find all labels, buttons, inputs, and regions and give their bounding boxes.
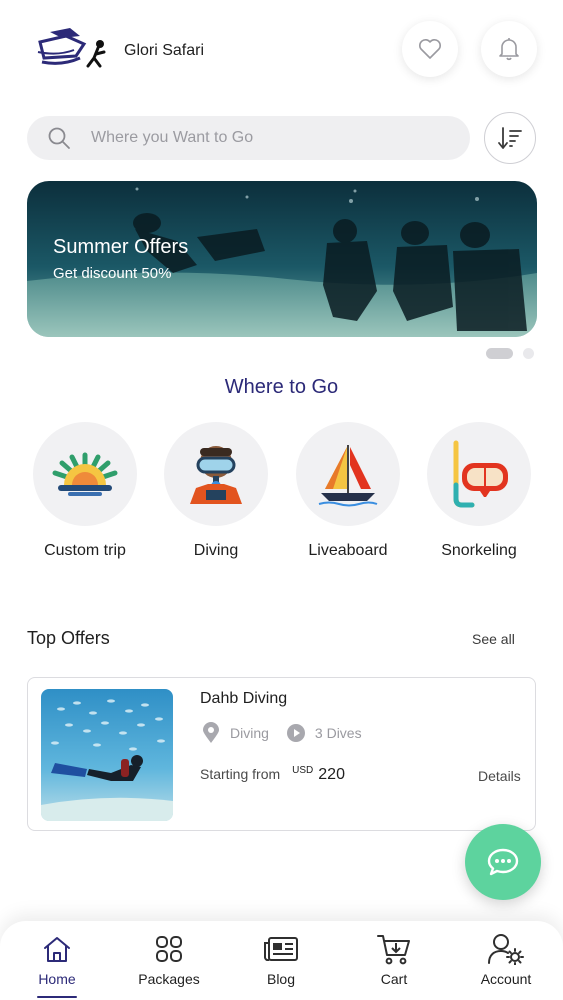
search-input[interactable] xyxy=(91,129,431,147)
category-diving[interactable]: Diving xyxy=(156,422,276,560)
offer-dives: 3 Dives xyxy=(314,725,362,741)
category-custom-trip[interactable]: Custom trip xyxy=(25,422,145,560)
carousel-indicator xyxy=(486,348,534,359)
offer-price-row: Starting from USD 220 xyxy=(200,765,345,784)
nav-label: Cart xyxy=(380,971,408,987)
banner-subtitle: Get discount 50% xyxy=(53,265,172,282)
offer-card[interactable]: Dahb Diving Diving 3 Dives Starting from… xyxy=(27,677,536,831)
location-pin-icon xyxy=(200,722,222,744)
chat-bubble-icon xyxy=(487,848,519,876)
heart-icon xyxy=(419,39,441,59)
nav-active-indicator xyxy=(37,996,77,998)
search-bar[interactable] xyxy=(27,116,470,160)
category-label: Liveaboard xyxy=(308,542,388,559)
nav-label: Home xyxy=(38,971,76,987)
brand-logo xyxy=(36,22,112,72)
play-circle-icon xyxy=(285,722,307,744)
category-liveaboard[interactable]: Liveaboard xyxy=(288,422,408,560)
banner-title: Summer Offers xyxy=(53,236,189,258)
promo-banner[interactable]: Summer Offers Get discount 50% xyxy=(27,181,537,337)
nav-label: Blog xyxy=(266,971,296,987)
carousel-dot-active[interactable] xyxy=(486,348,513,359)
bottom-navigation: Home Packages Blog Cart Account xyxy=(0,921,563,1000)
nav-label: Packages xyxy=(138,971,200,987)
home-icon xyxy=(7,933,107,965)
offer-type: Diving xyxy=(230,725,269,741)
offer-name: Dahb Diving xyxy=(200,690,288,707)
sort-button[interactable] xyxy=(484,112,536,164)
starting-from-label: Starting from xyxy=(200,766,281,782)
offer-price: 220 xyxy=(318,766,345,783)
newspaper-icon xyxy=(231,933,331,965)
top-offers-title: Top Offers xyxy=(27,628,110,648)
snorkel-mask-icon xyxy=(427,422,531,526)
offer-details-link[interactable]: Details xyxy=(478,768,521,784)
category-snorkeling[interactable]: Snorkeling xyxy=(419,422,539,560)
cart-icon xyxy=(344,933,444,965)
nav-account[interactable]: Account xyxy=(456,933,556,987)
category-label: Custom trip xyxy=(44,542,126,559)
nav-cart[interactable]: Cart xyxy=(344,933,444,987)
nav-blog[interactable]: Blog xyxy=(231,933,331,987)
category-label: Snorkeling xyxy=(441,542,517,559)
notifications-button[interactable] xyxy=(481,21,537,77)
chat-button[interactable] xyxy=(465,824,541,900)
offer-meta: Diving 3 Dives xyxy=(200,722,362,744)
app-header: Glori Safari xyxy=(0,0,563,100)
favorites-button[interactable] xyxy=(402,21,458,77)
grid-icon xyxy=(119,933,219,965)
category-list: Custom trip Diving Liveaboard Snorkeling xyxy=(0,422,563,562)
carousel-dot[interactable] xyxy=(523,348,534,359)
sort-icon xyxy=(498,127,522,149)
nav-packages[interactable]: Packages xyxy=(119,933,219,987)
search-icon xyxy=(45,124,73,152)
sailboat-icon xyxy=(296,422,400,526)
bell-icon xyxy=(499,38,519,61)
diver-icon xyxy=(164,422,268,526)
offer-image xyxy=(41,689,173,821)
banner-underwater-image xyxy=(27,181,537,337)
where-to-go-title: Where to Go xyxy=(224,376,339,398)
brand-name: Glori Safari xyxy=(124,42,205,59)
nav-label: Account xyxy=(480,971,532,987)
offer-currency: USD xyxy=(292,765,314,776)
sunrise-icon xyxy=(33,422,137,526)
see-all-link[interactable]: See all xyxy=(472,631,515,647)
category-label: Diving xyxy=(193,542,239,559)
nav-home[interactable]: Home xyxy=(7,933,107,987)
user-settings-icon xyxy=(456,933,556,965)
